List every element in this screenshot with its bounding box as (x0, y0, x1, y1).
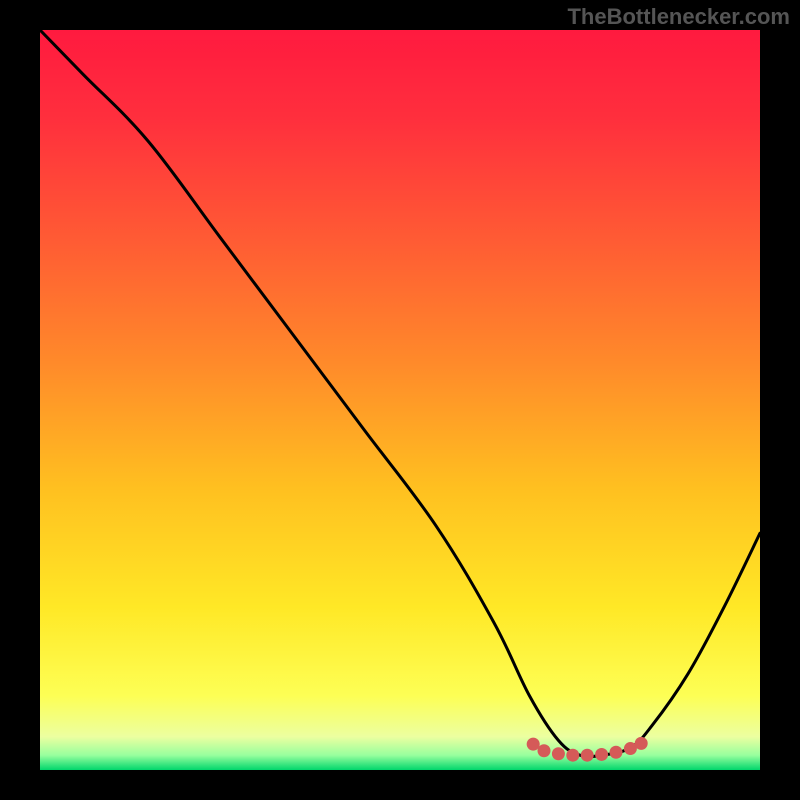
highlight-dot (538, 744, 551, 757)
highlight-dot (552, 747, 565, 760)
chart-wrapper: TheBottlenecker.com (0, 0, 800, 800)
highlight-dot (610, 746, 623, 759)
highlight-dot (635, 737, 648, 750)
highlight-dot (595, 748, 608, 761)
plot-area (40, 30, 760, 770)
plot-svg (40, 30, 760, 770)
highlight-dot (527, 738, 540, 751)
highlight-dot (581, 749, 594, 762)
highlight-dot (566, 749, 579, 762)
attribution-label: TheBottlenecker.com (567, 4, 790, 30)
